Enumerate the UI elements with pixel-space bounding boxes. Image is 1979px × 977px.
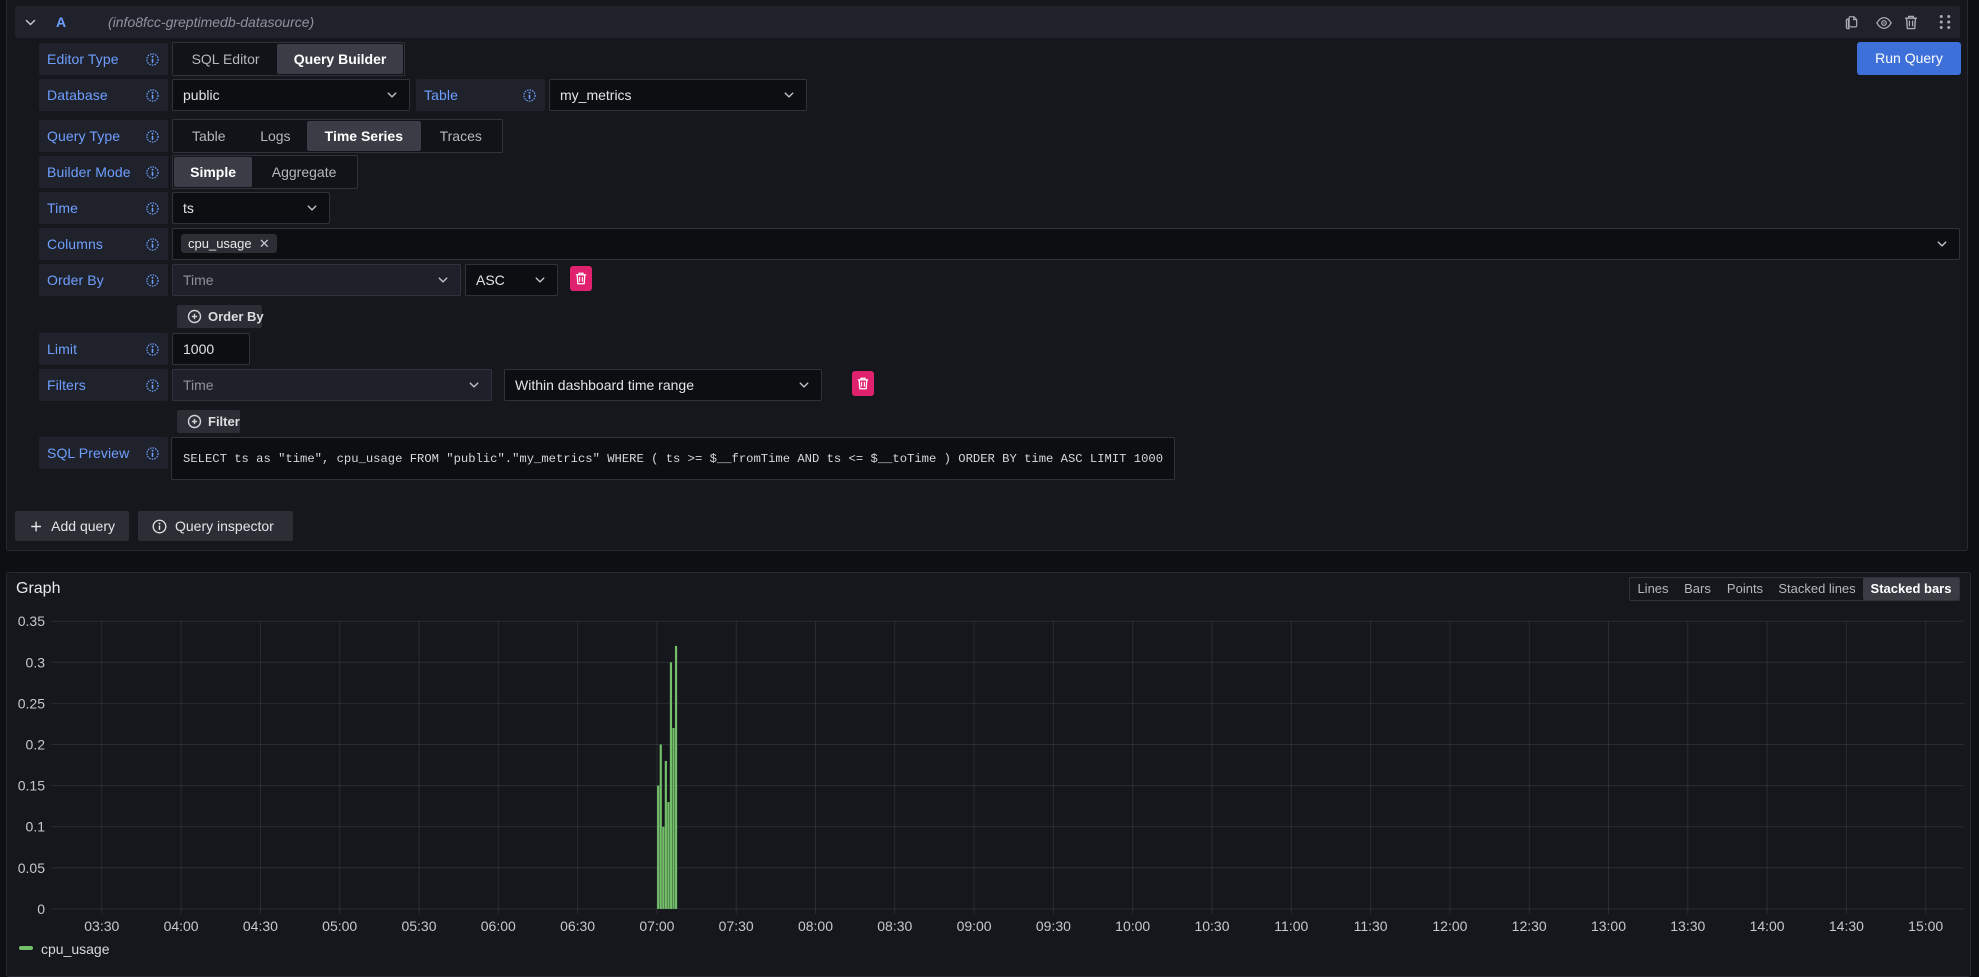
svg-text:0.2: 0.2 xyxy=(26,737,46,753)
svg-text:06:30: 06:30 xyxy=(560,918,595,934)
svg-text:08:30: 08:30 xyxy=(877,918,912,934)
svg-text:05:00: 05:00 xyxy=(322,918,357,934)
svg-text:11:00: 11:00 xyxy=(1274,918,1308,934)
svg-text:0.05: 0.05 xyxy=(18,860,45,876)
svg-text:0: 0 xyxy=(37,901,45,917)
svg-text:12:30: 12:30 xyxy=(1512,918,1547,934)
svg-text:03:30: 03:30 xyxy=(84,918,119,934)
svg-text:07:00: 07:00 xyxy=(639,918,674,934)
svg-text:0.25: 0.25 xyxy=(18,695,45,711)
svg-text:10:00: 10:00 xyxy=(1115,918,1150,934)
svg-text:12:00: 12:00 xyxy=(1432,918,1467,934)
svg-text:0.15: 0.15 xyxy=(18,778,45,794)
svg-text:13:30: 13:30 xyxy=(1670,918,1705,934)
svg-text:14:30: 14:30 xyxy=(1829,918,1864,934)
svg-text:06:00: 06:00 xyxy=(481,918,516,934)
svg-text:08:00: 08:00 xyxy=(798,918,833,934)
svg-text:05:30: 05:30 xyxy=(401,918,436,934)
svg-text:07:30: 07:30 xyxy=(719,918,754,934)
svg-text:09:30: 09:30 xyxy=(1036,918,1071,934)
svg-text:09:00: 09:00 xyxy=(957,918,992,934)
svg-text:14:00: 14:00 xyxy=(1750,918,1785,934)
svg-text:13:00: 13:00 xyxy=(1591,918,1626,934)
svg-text:0.1: 0.1 xyxy=(26,819,46,835)
svg-text:15:00: 15:00 xyxy=(1908,918,1943,934)
svg-text:10:30: 10:30 xyxy=(1194,918,1229,934)
svg-text:0.3: 0.3 xyxy=(26,654,46,670)
svg-text:04:00: 04:00 xyxy=(164,918,199,934)
svg-text:11:30: 11:30 xyxy=(1354,918,1388,934)
svg-text:04:30: 04:30 xyxy=(243,918,278,934)
svg-text:0.35: 0.35 xyxy=(18,613,45,629)
